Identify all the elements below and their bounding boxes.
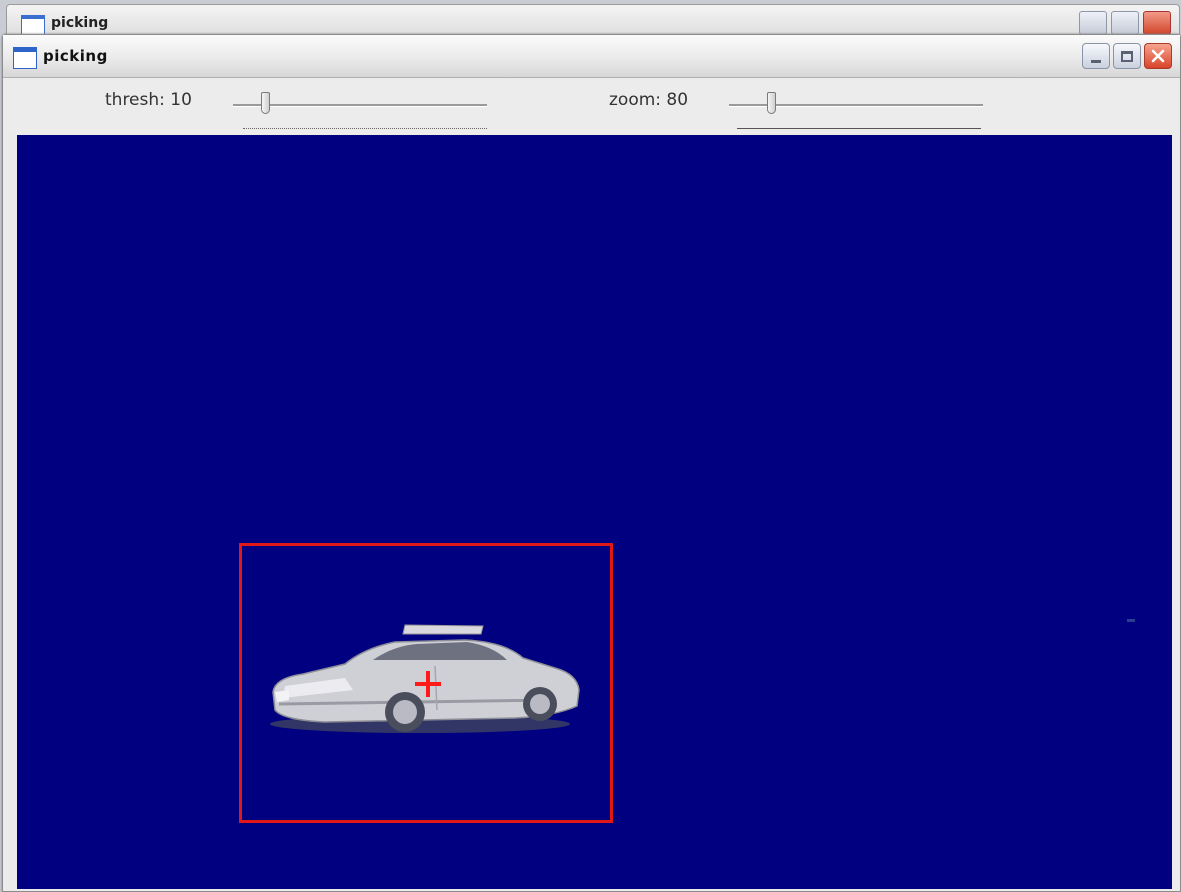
render-canvas[interactable] xyxy=(17,135,1172,889)
zoom-slider-ticks xyxy=(737,126,981,129)
minimize-icon xyxy=(1091,59,1101,63)
main-window: picking thresh: 10 zoom: 80 xyxy=(2,34,1181,892)
background-window-controls xyxy=(1079,11,1171,35)
window-title: picking xyxy=(43,47,108,65)
background-window-title: picking xyxy=(51,15,109,31)
background-minimize-button[interactable] xyxy=(1079,11,1107,35)
zoom-slider-thumb[interactable] xyxy=(767,92,776,114)
title-bar[interactable]: picking xyxy=(3,35,1180,78)
close-icon xyxy=(1151,49,1165,63)
crosshair-icon xyxy=(415,671,441,697)
canvas-speck xyxy=(1127,619,1135,622)
window-icon xyxy=(21,15,45,36)
zoom-label: zoom: 80 xyxy=(609,90,689,110)
background-maximize-button[interactable] xyxy=(1111,11,1139,35)
close-button[interactable] xyxy=(1144,43,1172,69)
window-controls xyxy=(1082,43,1172,69)
minimize-button[interactable] xyxy=(1082,43,1110,69)
maximize-icon xyxy=(1121,50,1133,62)
zoom-slider-group: zoom: 80 xyxy=(3,88,1103,129)
maximize-button[interactable] xyxy=(1113,43,1141,69)
window-icon xyxy=(13,47,37,69)
slider-toolbar: thresh: 10 zoom: 80 xyxy=(3,78,1180,134)
background-close-button[interactable] xyxy=(1143,11,1171,35)
